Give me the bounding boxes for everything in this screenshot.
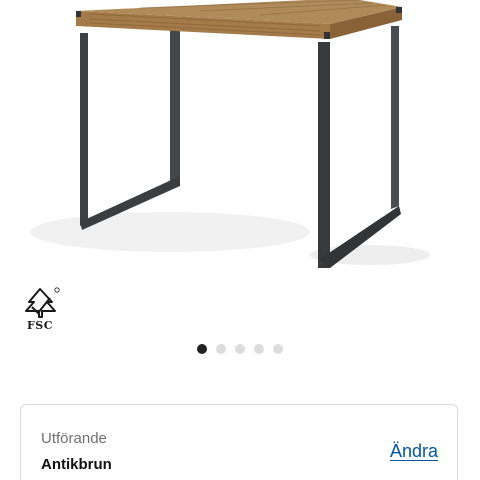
variant-selector-card: Utförande Antikbrun Ändra <box>20 404 458 480</box>
variant-label: Utförande <box>41 430 107 447</box>
product-page: FSC Utförande Antikbrun Ändra <box>0 0 480 480</box>
fsc-tree-icon <box>25 287 60 318</box>
carousel-dot-3[interactable] <box>235 344 245 354</box>
fsc-label: FSC <box>26 319 53 332</box>
carousel-dot-2[interactable] <box>216 344 226 354</box>
carousel-dot-5[interactable] <box>273 344 283 354</box>
carousel-dot-1[interactable] <box>197 344 207 354</box>
variant-value: Antikbrun <box>41 456 112 473</box>
product-image[interactable] <box>0 0 480 290</box>
carousel-pagination <box>0 344 480 354</box>
change-variant-link[interactable]: Ändra <box>390 441 438 462</box>
fsc-certification-badge: FSC <box>20 286 62 336</box>
carousel-dot-4[interactable] <box>254 344 264 354</box>
